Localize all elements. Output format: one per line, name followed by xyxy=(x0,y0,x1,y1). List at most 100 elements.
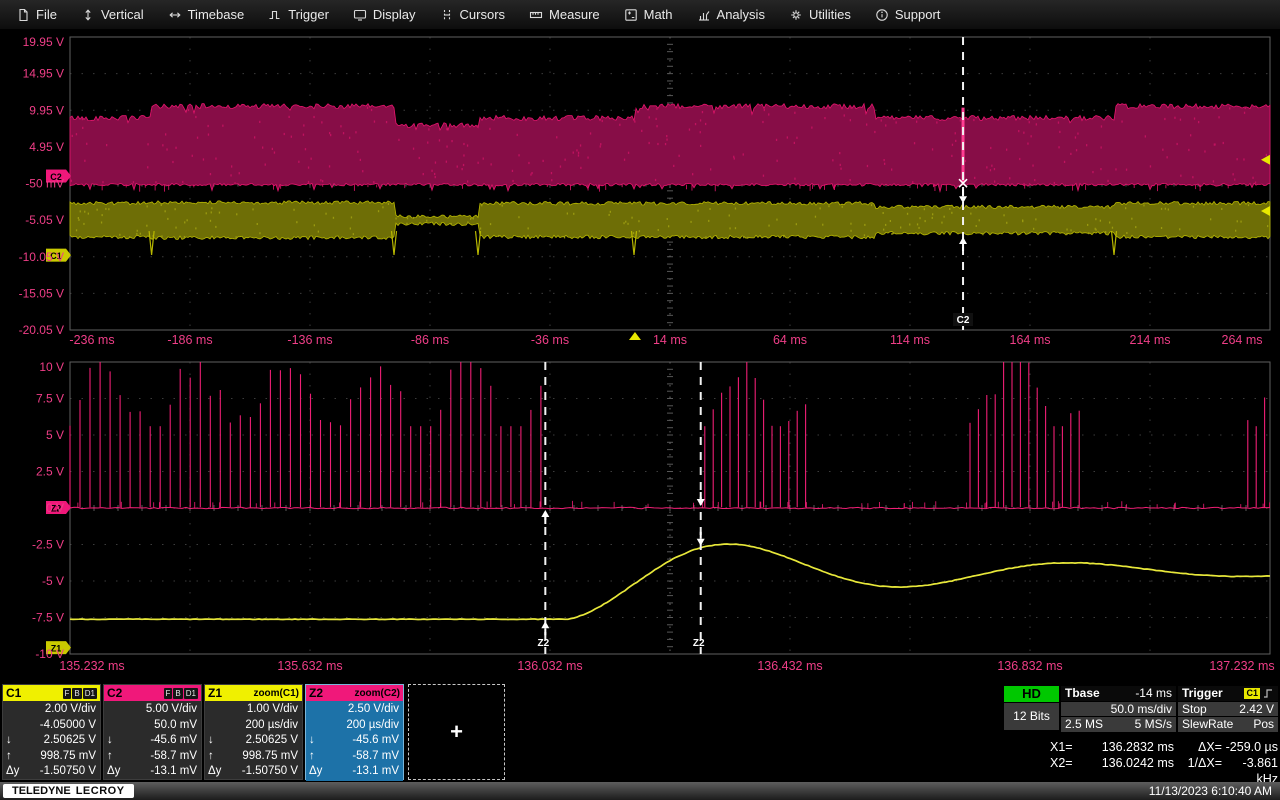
menu-item-label: Vertical xyxy=(101,7,144,22)
trigger-level: 2.42 V xyxy=(1239,702,1274,717)
menu-item-label: Trigger xyxy=(288,7,329,22)
descriptor-title: Z2 xyxy=(309,686,323,700)
display-icon xyxy=(353,8,367,22)
descriptor-line: ↑998.75 mV xyxy=(208,749,298,765)
zoom-graticule[interactable]: Z2Z1Z2Z2135.232 ms135.632 ms136.032 ms13… xyxy=(0,352,1280,682)
descriptor-line: ↑-58.7 mV xyxy=(309,749,399,765)
descriptor-line: Δy-13.1 mV xyxy=(107,764,197,780)
y-axis-label: -10.05 V xyxy=(19,250,64,264)
cursor-readout-line1: X1= 136.2832 ms ΔX= -259.0 µs xyxy=(1050,739,1278,755)
measure-icon xyxy=(529,8,543,22)
cursor-arrow-glyph: ↑ xyxy=(309,749,329,765)
x-axis-label: 135.632 ms xyxy=(277,659,342,673)
descriptor-z2[interactable]: Z2zoom(C2)2.50 V/div200 µs/div↓-45.6 mV↑… xyxy=(305,684,404,780)
x-axis-label: 264 ms xyxy=(1222,333,1263,347)
x2-value: 136.0242 ms xyxy=(1082,755,1174,771)
y-axis-label: 0 V xyxy=(46,501,64,515)
menu-item-support[interactable]: Support xyxy=(863,0,953,30)
y-axis-label: -7.5 V xyxy=(32,611,64,625)
descriptor-value: 2.50625 V xyxy=(26,733,96,749)
cursor-arrow-glyph: ↓ xyxy=(208,733,228,749)
descriptor-line: 1.00 V/div xyxy=(208,702,298,718)
cursor-arrow-glyph: Δy xyxy=(208,764,228,780)
descriptor-value: 1.00 V/div xyxy=(228,702,298,718)
x-axis-label: -136 ms xyxy=(287,333,332,347)
cursor-arrow-glyph: Δy xyxy=(309,764,329,780)
cursor-readout-line2: X2= 136.0242 ms 1/ΔX= -3.861 kHz xyxy=(1050,755,1278,771)
descriptor-value: 998.75 mV xyxy=(228,749,298,765)
main-graticule-svg[interactable]: C2C1C2-236 ms-186 ms-136 ms-86 ms-36 ms1… xyxy=(0,30,1280,352)
descriptor-c2[interactable]: C2FBD15.00 V/div50.0 mV↓-45.6 mV↑-58.7 m… xyxy=(103,684,202,780)
time-cursor-label: C2 xyxy=(957,315,970,326)
math-icon xyxy=(624,8,638,22)
cursor-arrow-glyph: Δy xyxy=(107,764,127,780)
teledyne-lecroy-logo: TELEDYNE LECROY xyxy=(3,784,134,798)
trigger-mode: Stop xyxy=(1182,702,1207,717)
tbase-scale: 50.0 ms/div xyxy=(1111,702,1172,717)
c1-waveform[interactable] xyxy=(70,201,1270,255)
tbase-samples: 2.5 MS xyxy=(1065,717,1103,732)
support-icon xyxy=(875,8,889,22)
x-axis-label: 214 ms xyxy=(1130,333,1171,347)
add-trace-box[interactable]: + xyxy=(408,684,505,780)
descriptor-value: 2.50 V/div xyxy=(329,702,399,718)
menu-item-timebase[interactable]: Timebase xyxy=(156,0,257,30)
cursor-arrow-glyph: Δy xyxy=(6,764,26,780)
x-axis-label: 114 ms xyxy=(890,333,930,347)
trigger-icon xyxy=(268,8,282,22)
zoom-cursor-label: Z2 xyxy=(537,638,549,649)
menu-item-math[interactable]: Math xyxy=(612,0,685,30)
trigger-position-marker[interactable] xyxy=(629,332,641,340)
y-axis-label: 4.95 V xyxy=(29,140,64,154)
menu-item-file[interactable]: File xyxy=(4,0,69,30)
menu-item-label: Measure xyxy=(549,7,600,22)
trigger-box[interactable]: Trigger C1 Stop 2.42 V SlewRate Pos xyxy=(1178,686,1278,732)
descriptor-line: ↓2.50625 V xyxy=(6,733,96,749)
descriptor-value: -58.7 mV xyxy=(127,749,197,765)
hd-mode-box[interactable]: HD 12 Bits xyxy=(1004,686,1059,730)
menu-item-cursors[interactable]: Cursors xyxy=(428,0,518,30)
menu-item-utilities[interactable]: Utilities xyxy=(777,0,863,30)
y-axis-label: -5.05 V xyxy=(25,213,64,227)
timebase-box[interactable]: Tbase -14 ms 50.0 ms/div 2.5 MS 5 MS/s xyxy=(1061,686,1176,732)
descriptor-header-c2: C2FBD1 xyxy=(104,685,201,701)
trigger-slope: Pos xyxy=(1253,717,1274,732)
main-graticule[interactable]: C2C1C2-236 ms-186 ms-136 ms-86 ms-36 ms1… xyxy=(0,30,1280,352)
cursor-arrow-glyph xyxy=(107,702,127,718)
descriptor-subtitle: zoom(C2) xyxy=(354,688,400,699)
menu-item-label: Cursors xyxy=(460,7,506,22)
menu-item-vertical[interactable]: Vertical xyxy=(69,0,156,30)
menu-item-trigger[interactable]: Trigger xyxy=(256,0,341,30)
descriptor-values: 2.00 V/div-4.05000 V↓2.50625 V↑998.75 mV… xyxy=(3,701,100,781)
acquisition-panel: HD 12 Bits Tbase -14 ms 50.0 ms/div 2.5 … xyxy=(1004,686,1278,732)
descriptor-c1[interactable]: C1FBD12.00 V/div-4.05000 V↓2.50625 V↑998… xyxy=(2,684,101,780)
y-axis-label: -15.05 V xyxy=(19,286,64,300)
tbase-offset: -14 ms xyxy=(1135,686,1172,701)
y-axis-label: 14.95 V xyxy=(23,67,64,81)
descriptor-line: ↓-45.6 mV xyxy=(107,733,197,749)
tbase-label: Tbase xyxy=(1065,686,1100,701)
y-axis-label: -50 mV xyxy=(25,177,64,191)
trigger-source-badge: C1 xyxy=(1244,688,1260,699)
x-axis-label: -236 ms xyxy=(69,333,114,347)
descriptor-value: 2.50625 V xyxy=(228,733,298,749)
descriptor-z1[interactable]: Z1zoom(C1)1.00 V/div200 µs/div↓2.50625 V… xyxy=(204,684,303,780)
hd-label: HD xyxy=(1004,686,1059,702)
flag-d1: D1 xyxy=(83,688,97,699)
c2-waveform[interactable] xyxy=(70,104,1270,192)
descriptor-header-z2: Z2 zoom(C2) xyxy=(306,685,403,701)
trigger-label: Trigger xyxy=(1182,686,1223,701)
descriptor-value: -4.05000 V xyxy=(26,718,96,734)
cursor-arrow-marker xyxy=(959,196,967,203)
descriptor-subtitle: zoom(C1) xyxy=(253,688,299,699)
descriptor-line: -4.05000 V xyxy=(6,718,96,734)
descriptor-line: 2.00 V/div xyxy=(6,702,96,718)
menu-item-measure[interactable]: Measure xyxy=(517,0,612,30)
menu-item-analysis[interactable]: Analysis xyxy=(685,0,777,30)
flag-d1: D1 xyxy=(184,688,198,699)
menu-item-label: File xyxy=(36,7,57,22)
descriptor-value: 200 µs/div xyxy=(228,718,298,734)
cursor-arrow-glyph xyxy=(208,718,228,734)
menu-item-display[interactable]: Display xyxy=(341,0,428,30)
zoom-graticule-svg[interactable]: Z2Z1Z2Z2135.232 ms135.632 ms136.032 ms13… xyxy=(0,352,1280,682)
